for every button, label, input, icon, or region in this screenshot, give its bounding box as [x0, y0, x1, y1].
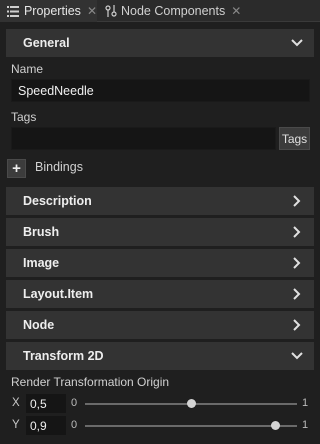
y-slider-min: 0: [71, 419, 78, 431]
x-slider-min: 0: [71, 397, 78, 409]
section-title: Description: [23, 194, 92, 208]
chevron-down-icon: [290, 36, 304, 50]
tab-bar: Properties ✕ Node Components ✕: [0, 0, 320, 22]
bindings-label: Bindings: [35, 160, 83, 174]
chevron-right-icon: [290, 318, 304, 332]
section-title: Layout.Item: [23, 287, 94, 301]
name-label: Name: [11, 62, 44, 76]
tags-button[interactable]: Tags: [279, 127, 310, 150]
tab-properties-label: Properties: [23, 4, 81, 18]
section-title: Node: [23, 318, 55, 332]
section-brush[interactable]: Brush: [6, 218, 314, 246]
tab-node-components[interactable]: Node Components ✕: [101, 0, 251, 22]
section-title: Image: [23, 256, 60, 270]
section-description[interactable]: Description: [6, 187, 314, 215]
tab-node-components-label: Node Components: [121, 4, 226, 18]
section-image[interactable]: Image: [6, 249, 314, 277]
section-title: Brush: [23, 225, 60, 239]
name-field[interactable]: SpeedNeedle: [11, 79, 310, 102]
chevron-right-icon: [290, 256, 304, 270]
tags-field[interactable]: [11, 127, 276, 150]
tab-properties[interactable]: Properties ✕: [0, 0, 97, 22]
chevron-down-icon: [290, 349, 304, 363]
x-slider-max: 1: [302, 397, 309, 409]
close-icon[interactable]: ✕: [87, 4, 97, 18]
origin-y-slider-thumb[interactable]: [271, 421, 281, 430]
section-transform-2d[interactable]: Transform 2D: [6, 342, 314, 370]
add-binding-button[interactable]: +: [7, 159, 26, 178]
chevron-right-icon: [290, 225, 304, 239]
list-icon: [6, 4, 20, 18]
origin-y-input[interactable]: 0,9: [26, 416, 66, 435]
y-slider-max: 1: [302, 419, 309, 431]
section-title: General: [23, 36, 70, 50]
section-node[interactable]: Node: [6, 311, 314, 339]
x-axis-label: X: [12, 397, 20, 409]
chevron-right-icon: [290, 287, 304, 301]
section-general[interactable]: General: [6, 29, 314, 57]
chevron-right-icon: [290, 194, 304, 208]
y-axis-label: Y: [12, 419, 20, 431]
origin-x-input[interactable]: 0,5: [26, 394, 66, 413]
section-title: Transform 2D: [23, 349, 104, 363]
origin-label: Render Transformation Origin: [11, 375, 170, 389]
components-icon: [104, 4, 118, 18]
origin-y-slider[interactable]: [85, 425, 297, 427]
close-icon[interactable]: ✕: [231, 4, 241, 18]
section-layout-item[interactable]: Layout.Item: [6, 280, 314, 308]
origin-x-slider-thumb[interactable]: [186, 399, 196, 408]
tags-label: Tags: [11, 110, 37, 124]
